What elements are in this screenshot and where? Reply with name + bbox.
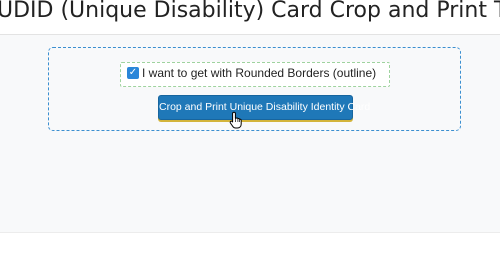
rounded-borders-checkbox[interactable]: ✓ xyxy=(127,67,139,79)
page-title: UDID (Unique Disability) Card Crop and P… xyxy=(0,0,500,23)
crop-panel: ✓ I want to get with Rounded Borders (ou… xyxy=(48,47,461,131)
hand-pointer-icon xyxy=(229,111,242,129)
main-content: ✓ I want to get with Rounded Borders (ou… xyxy=(0,35,500,232)
footer-area xyxy=(0,232,500,260)
rounded-borders-option[interactable]: ✓ I want to get with Rounded Borders (ou… xyxy=(120,62,390,87)
crop-and-print-button[interactable]: Crop and Print Unique Disability Identit… xyxy=(158,95,370,120)
rounded-borders-label: I want to get with Rounded Borders (outl… xyxy=(142,66,377,80)
page-header: UDID (Unique Disability) Card Crop and P… xyxy=(0,0,500,35)
